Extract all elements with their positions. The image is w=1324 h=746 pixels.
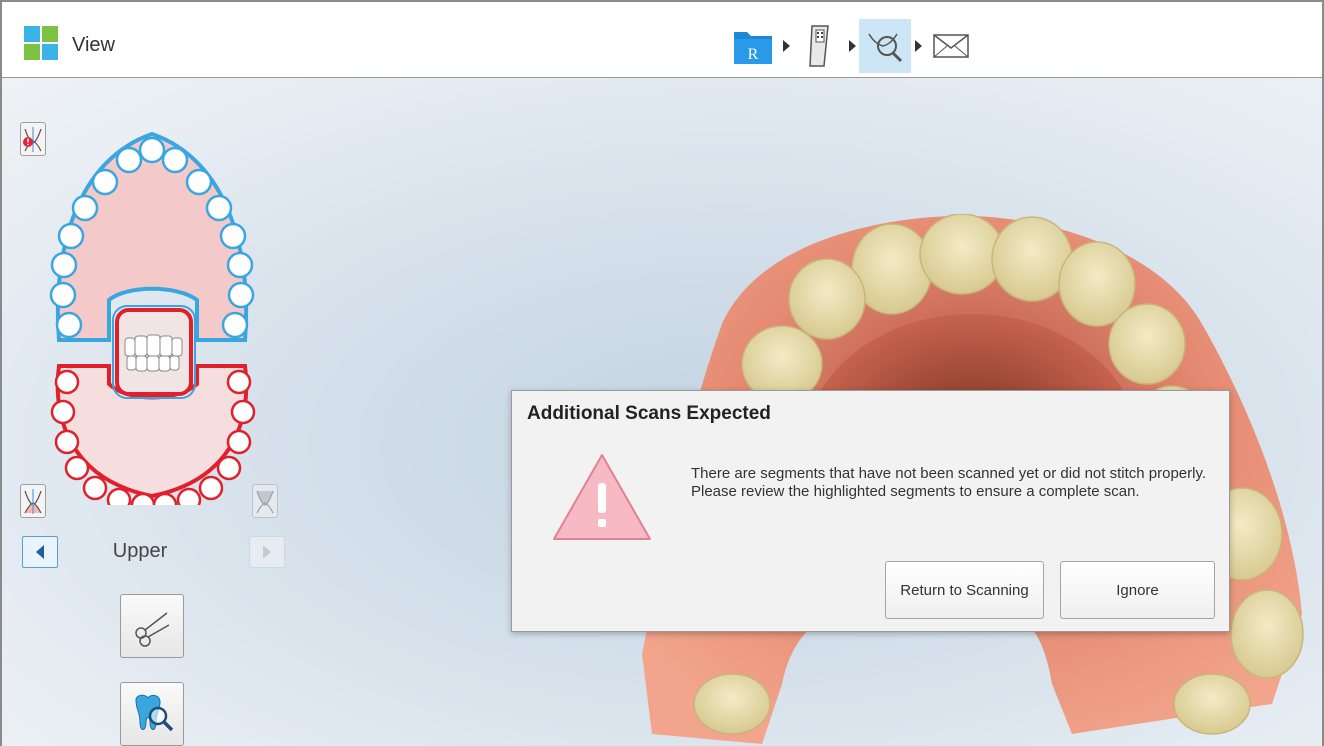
scissors-icon: [135, 612, 170, 647]
workflow-arrow: [845, 40, 859, 52]
upper-tooth[interactable]: [91, 168, 119, 196]
upper-tooth[interactable]: [161, 146, 189, 174]
previous-jaw-button[interactable]: [22, 536, 58, 568]
jaw-navigator[interactable]: [47, 120, 262, 505]
upper-tooth[interactable]: [185, 168, 213, 196]
workflow-bar: R: [727, 19, 977, 73]
upper-tooth[interactable]: [50, 251, 78, 279]
upper-tooth[interactable]: [219, 222, 247, 250]
return-to-scanning-button[interactable]: Return to Scanning: [885, 561, 1044, 619]
lower-tooth[interactable]: [106, 487, 132, 505]
segment-warning-icon: [23, 127, 42, 152]
workflow-arrow: [779, 40, 793, 52]
jaw-segment-icon: [256, 490, 274, 514]
lower-tooth[interactable]: [198, 475, 224, 501]
next-jaw-button[interactable]: [249, 536, 285, 568]
app-menu-icon[interactable]: [24, 26, 58, 60]
dialog-message-line: Please review the highlighted segments t…: [691, 483, 1140, 500]
upper-tooth[interactable]: [57, 222, 85, 250]
workflow-step-send[interactable]: [925, 19, 977, 73]
workflow-step-scan[interactable]: [793, 19, 845, 73]
page-title: View: [72, 34, 115, 56]
lower-tooth[interactable]: [230, 399, 256, 425]
additional-scans-dialog: Additional Scans Expected There are segm…: [511, 390, 1230, 632]
upper-tooth[interactable]: [226, 251, 254, 279]
workflow-arrow: [911, 40, 925, 52]
dialog-title: Additional Scans Expected: [527, 403, 771, 424]
lower-tooth[interactable]: [54, 369, 80, 395]
rx-folder-icon: R: [734, 32, 772, 64]
top-bar: View R: [2, 2, 1322, 78]
dialog-message: There are segments that have not been sc…: [691, 465, 1211, 501]
lower-tooth[interactable]: [82, 475, 108, 501]
scan-viewport[interactable]: Upper Additional Scans Expected There ar…: [2, 78, 1322, 746]
upper-segment-button[interactable]: [20, 484, 46, 518]
upper-tooth[interactable]: [205, 194, 233, 222]
chevron-right-icon: [263, 545, 271, 559]
segment-review-button[interactable]: [20, 122, 46, 156]
upper-tooth[interactable]: [227, 281, 255, 309]
lower-tooth[interactable]: [50, 399, 76, 425]
upper-tooth[interactable]: [221, 311, 249, 339]
app-window: View R Upper Additional Scans Expected T…: [0, 0, 1324, 746]
upper-tooth[interactable]: [55, 311, 83, 339]
view-scan-icon: [868, 33, 903, 63]
upper-tooth[interactable]: [71, 194, 99, 222]
scissors-tool-button[interactable]: [120, 594, 184, 658]
dialog-message-line: There are segments that have not been sc…: [691, 465, 1207, 482]
lower-tooth[interactable]: [152, 492, 178, 505]
warning-icon: [553, 454, 651, 540]
chevron-left-icon: [36, 545, 44, 559]
lower-tooth[interactable]: [216, 455, 242, 481]
upper-tooth[interactable]: [115, 146, 143, 174]
envelope-icon: [933, 34, 969, 58]
jaw-segment-icon: [24, 489, 42, 514]
upper-tooth[interactable]: [49, 281, 77, 309]
upper-tooth[interactable]: [138, 136, 166, 164]
jaw-label: Upper: [112, 540, 168, 562]
lower-segment-button[interactable]: [252, 484, 278, 518]
lower-tooth[interactable]: [130, 492, 156, 505]
ignore-button[interactable]: Ignore: [1060, 561, 1215, 619]
lower-tooth[interactable]: [176, 487, 202, 505]
lower-tooth[interactable]: [54, 429, 80, 455]
review-tool-button[interactable]: [120, 682, 184, 746]
workflow-step-rx[interactable]: R: [727, 19, 779, 73]
lower-tooth[interactable]: [226, 429, 252, 455]
workflow-step-view[interactable]: [859, 19, 911, 73]
lower-tooth[interactable]: [64, 455, 90, 481]
tooth-magnifier-icon: [135, 694, 174, 732]
lower-tooth[interactable]: [226, 369, 252, 395]
scanner-icon: [809, 25, 829, 67]
rx-letter: R: [748, 46, 759, 63]
